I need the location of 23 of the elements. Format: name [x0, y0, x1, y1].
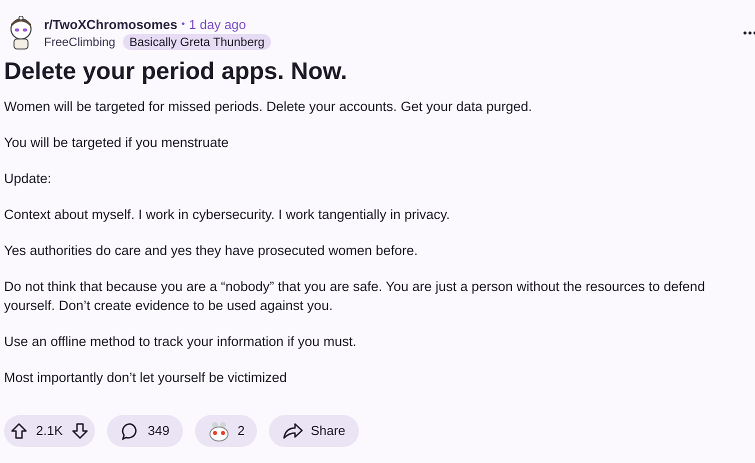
author-name[interactable]: FreeClimbing: [44, 34, 116, 50]
subreddit-link[interactable]: r/TwoXChromosomes: [44, 16, 178, 32]
vote-count: 2.1K: [36, 422, 63, 440]
comments-button[interactable]: 349: [106, 415, 184, 447]
mascot-icon: [207, 420, 232, 442]
post-paragraph: Most importantly don’t let yourself be victimized: [4, 369, 288, 387]
post-paragraph: Yes authorities do care and yes they have prosecuted women before.: [4, 242, 419, 260]
downvote-icon[interactable]: [70, 422, 89, 440]
user-flair: Basically Greta Thunberg: [123, 34, 271, 50]
post-time: 1 day ago: [188, 16, 246, 32]
more-icon[interactable]: [743, 31, 755, 35]
post-paragraph: Do not think that because you are a “nobody” that you are safe. You are just a person without the resources to defend yourself. Don’t create evidence to be used against you.: [4, 278, 706, 315]
awards-button[interactable]: 2: [195, 415, 257, 447]
post-paragraph: Update:: [4, 170, 52, 188]
share-button[interactable]: Share: [268, 415, 360, 447]
separator: •: [181, 18, 185, 32]
post-paragraph: Use an offline method to track your information if you must.: [4, 333, 358, 351]
post-paragraph: Women will be targeted for missed periods. Delete your accounts. Get your data purged.: [4, 98, 534, 116]
post-title: Delete your period apps. Now.: [4, 57, 348, 87]
post-paragraph: You will be targeted if you menstruate: [4, 134, 230, 152]
post-paragraph: Context about myself. I work in cybersecurity. I work tangentially in privacy.: [4, 206, 451, 224]
share-icon: [282, 422, 303, 440]
upvote-icon[interactable]: [10, 422, 28, 440]
